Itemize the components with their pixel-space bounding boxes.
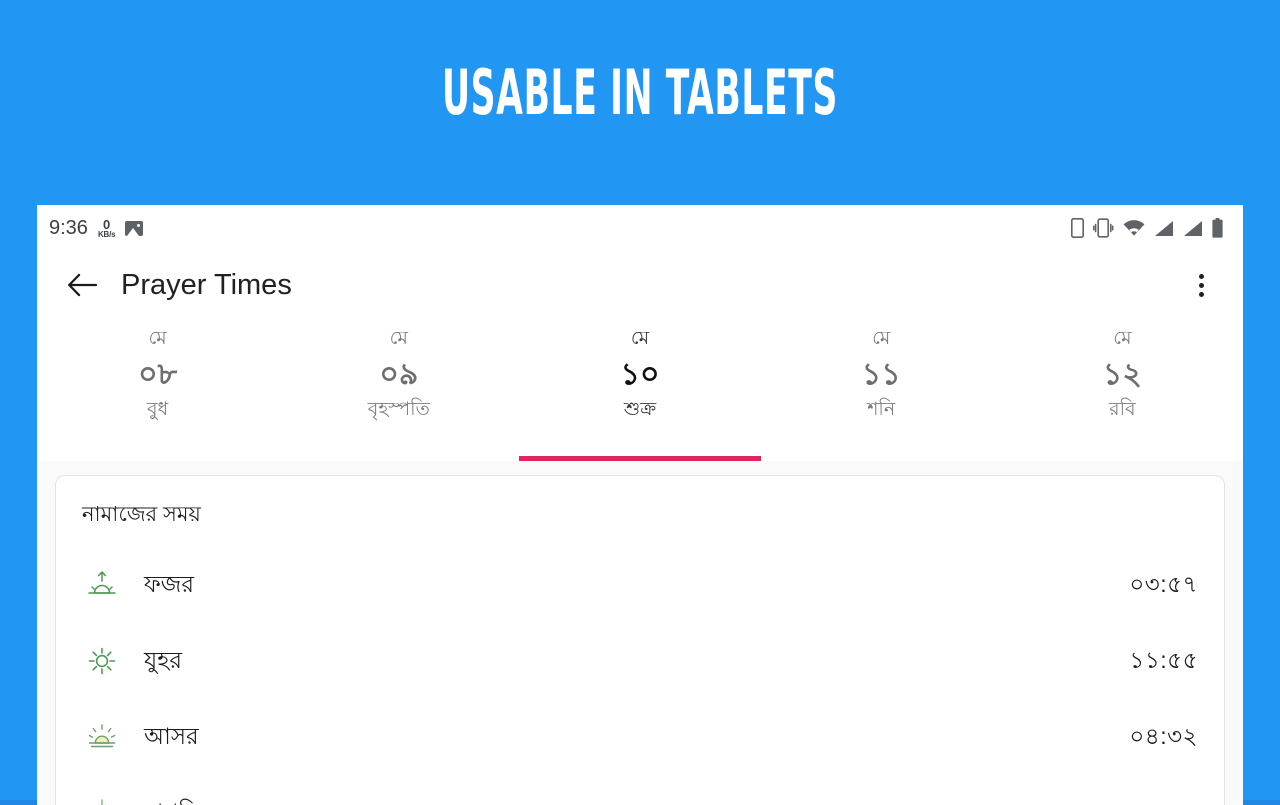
image-icon [125, 221, 143, 236]
tab-weekday: শনি [867, 397, 895, 423]
tab-day: ১১ [862, 352, 901, 397]
arrow-back-icon [67, 272, 97, 298]
signal-1-icon [1154, 220, 1174, 237]
date-tab-0[interactable]: মে ০৮ বুধ [37, 319, 278, 461]
card-title: নামাজের সময় [82, 498, 1198, 533]
prayer-time: ০৬:২৫ [1129, 794, 1198, 805]
app-bar: Prayer Times [37, 251, 1243, 319]
prayer-time: ০৪:৩২ [1129, 718, 1198, 757]
sunset-icon [82, 722, 122, 752]
tab-month: মে [872, 327, 890, 352]
phone-icon [1071, 218, 1084, 238]
prayer-row-asr[interactable]: আসর ০৪:৩২ [82, 699, 1198, 775]
prayer-row-fajr[interactable]: ফজর ০৩:৫৭ [82, 547, 1198, 623]
prayer-name: যুহর [144, 642, 182, 681]
dot [1199, 292, 1204, 297]
sunrise-icon [82, 570, 122, 600]
prayer-name: আসর [144, 718, 199, 757]
dot [1199, 274, 1204, 279]
vibrate-icon [1093, 218, 1114, 238]
tab-weekday: বৃহস্পতি [368, 397, 430, 423]
tab-indicator [1002, 456, 1243, 461]
dusk-icon [82, 798, 122, 805]
tab-day: ১২ [1103, 352, 1142, 397]
tab-month: মে [148, 327, 166, 352]
status-bar: 9:36 0 KB/s [37, 205, 1243, 251]
more-vert-icon[interactable] [1179, 263, 1223, 307]
date-tab-4[interactable]: মে ১২ রবি [1002, 319, 1243, 461]
status-time: 9:36 [49, 217, 88, 240]
status-bar-left: 9:36 0 KB/s [49, 217, 143, 240]
status-bar-right [1071, 218, 1223, 238]
tab-month: মে [631, 327, 649, 352]
tab-weekday: রবি [1109, 397, 1135, 423]
tab-month: মে [1113, 327, 1131, 352]
prayer-name: ফজর [144, 566, 194, 605]
prayer-name: মাগরিব [144, 794, 211, 805]
date-tab-2[interactable]: মে ১০ শুক্র [519, 319, 760, 461]
signal-2-icon [1183, 220, 1203, 237]
tab-indicator [278, 456, 519, 461]
prayer-row-zuhr[interactable]: যুহর ১১:৫৫ [82, 623, 1198, 699]
tab-weekday: শুক্র [624, 397, 656, 423]
network-speed-value: 0 [103, 218, 110, 231]
prayer-times-card: নামাজের সময় ফজর ০৩:৫৭ [55, 475, 1225, 805]
device-screenshot: 9:36 0 KB/s [37, 205, 1243, 805]
tab-weekday: বুধ [147, 397, 168, 423]
tab-day: ০৮ [138, 352, 177, 397]
tab-indicator-active [519, 456, 760, 461]
promo-title: USABLE IN TABLETS [243, 60, 1037, 125]
back-button[interactable] [59, 262, 105, 308]
wifi-icon [1123, 220, 1145, 237]
date-tabs: মে ০৮ বুধ মে ০৯ বৃহস্পতি মে ১০ শুক্র মে … [37, 319, 1243, 461]
network-speed-unit: KB/s [98, 231, 115, 239]
tab-month: মে [390, 327, 408, 352]
tab-indicator [37, 456, 278, 461]
content-area: নামাজের সময় ফজর ০৩:৫৭ [37, 461, 1243, 805]
battery-icon [1212, 218, 1223, 238]
date-tab-1[interactable]: মে ০৯ বৃহস্পতি [278, 319, 519, 461]
page-title: Prayer Times [121, 269, 292, 302]
tab-indicator [761, 456, 1002, 461]
promo-background: USABLE IN TABLETS 9:36 0 KB/s [0, 0, 1280, 800]
prayer-time: ১১:৫৫ [1129, 642, 1198, 681]
network-speed-indicator: 0 KB/s [98, 218, 115, 239]
prayer-row-maghrib[interactable]: মাগরিব ০৬:২৫ [82, 775, 1198, 805]
tab-day: ১০ [621, 352, 660, 397]
prayer-time: ০৩:৫৭ [1129, 566, 1198, 605]
dot [1199, 283, 1204, 288]
tab-day: ০৯ [379, 352, 418, 397]
sun-icon [82, 646, 122, 676]
date-tab-3[interactable]: মে ১১ শনি [761, 319, 1002, 461]
